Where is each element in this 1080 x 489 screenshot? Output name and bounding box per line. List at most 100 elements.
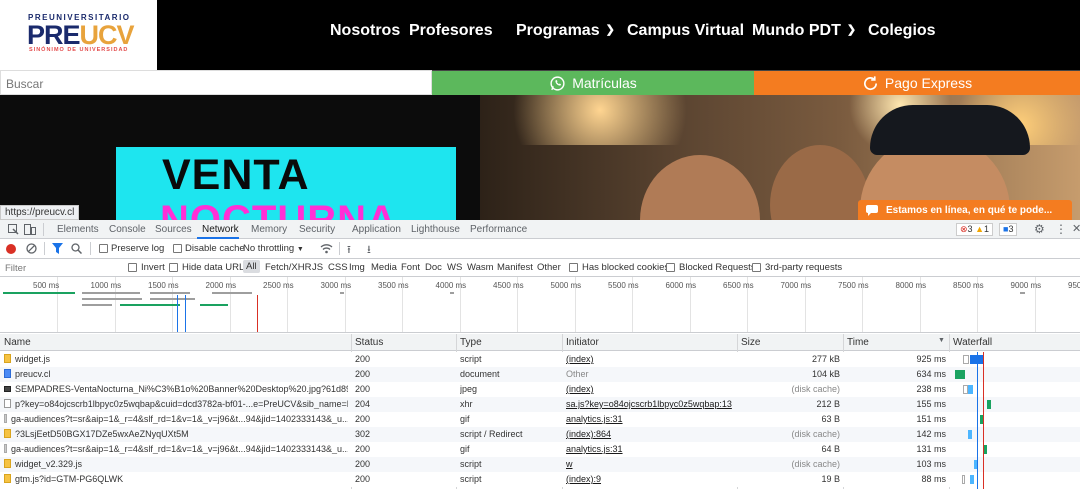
filter-type-wasm[interactable]: Wasm (467, 262, 494, 273)
blocked-requests-checkbox[interactable] (666, 263, 675, 272)
network-conditions-icon[interactable] (320, 243, 333, 254)
request-initiator[interactable]: w (566, 459, 734, 469)
disable-cache-checkbox[interactable] (173, 244, 182, 253)
blocked-cookies-checkbox[interactable] (569, 263, 578, 272)
request-size: 277 kB (811, 354, 840, 364)
nav-campus-virtual[interactable]: Campus Virtual (627, 22, 744, 40)
request-name[interactable]: ga-audiences?t=sr&aip=1&_r=4&slf_rd=1&v=… (4, 444, 348, 454)
filter-type-all[interactable]: All (243, 260, 260, 273)
request-name[interactable]: preucv.cl (4, 369, 348, 379)
column-time[interactable]: Time (847, 337, 869, 348)
more-options-icon[interactable]: ⋮ (1055, 222, 1067, 236)
tab-lighthouse[interactable]: Lighthouse (411, 224, 460, 235)
tab-console[interactable]: Console (109, 224, 146, 235)
column-type[interactable]: Type (460, 337, 482, 348)
request-name[interactable]: ga-audiences?t=sr&aip=1&_r=4&slf_rd=1&v=… (4, 414, 348, 424)
table-row[interactable]: widget.js 200 script (index) 277 kB 925 ms (0, 352, 1080, 367)
chat-widget[interactable]: Estamos en línea, en qué te pode... (858, 200, 1072, 220)
table-row[interactable]: preucv.cl 200 document Other 104 kB 634 ms (0, 367, 1080, 382)
request-name[interactable]: widget_v2.329.js (4, 459, 348, 469)
filter-type-manifest[interactable]: Manifest (497, 262, 533, 273)
filter-type-css[interactable]: CSS (328, 262, 348, 273)
filter-type-doc[interactable]: Doc (425, 262, 442, 273)
request-name[interactable]: SEMPADRES-VentaNocturna_Ni%C3%B1o%20Bann… (4, 384, 348, 394)
filter-type-media[interactable]: Media (371, 262, 397, 273)
throttling-select[interactable]: No throttling ▼ (243, 243, 304, 254)
timeline-tick-label: 6500 ms (723, 281, 754, 290)
request-initiator[interactable]: (index):864 (566, 429, 734, 439)
pago-express-button[interactable]: Pago Express (754, 70, 1080, 95)
request-initiator[interactable]: sa.js?key=o84ojcscrb1lbpyc0z5wqbap:13 (566, 399, 734, 409)
record-icon[interactable] (6, 244, 16, 254)
table-row[interactable]: ga-audiences?t=sr&aip=1&_r=4&slf_rd=1&v=… (0, 442, 1080, 457)
third-party-checkbox[interactable] (752, 263, 761, 272)
tab-elements[interactable]: Elements (57, 224, 99, 235)
filter-type-js[interactable]: JS (312, 262, 323, 273)
request-initiator[interactable]: (index):9 (566, 474, 734, 484)
issues-counter[interactable]: ⊗3 ▲1 (956, 223, 994, 236)
warning-count: 1 (984, 224, 990, 234)
request-name[interactable]: p?key=o84ojcscrb1lbpyc0z5wqbap&cuid=dcd3… (4, 399, 348, 409)
timeline-request-bar (450, 292, 454, 294)
table-row[interactable]: SEMPADRES-VentaNocturna_Ni%C3%B1o%20Bann… (0, 382, 1080, 397)
column-size[interactable]: Size (741, 337, 760, 348)
table-row[interactable]: ?3LsjEetD50BGX17DZe5wxAeZNyqUXt5M 302 scri… (0, 427, 1080, 442)
hide-data-urls-checkbox[interactable] (169, 263, 178, 272)
export-har-icon[interactable]: ⭳ (367, 241, 371, 260)
invert-checkbox[interactable] (128, 263, 137, 272)
timeline-request-bar (150, 292, 190, 294)
table-row[interactable]: p?key=o84ojcscrb1lbpyc0z5wqbap&cuid=dcd3… (0, 397, 1080, 412)
clear-icon[interactable] (26, 243, 37, 254)
matriculas-button[interactable]: Matrículas (432, 70, 754, 95)
filter-type-img[interactable]: Img (349, 262, 365, 273)
divider (44, 242, 45, 255)
nav-colegios[interactable]: Colegios (868, 22, 936, 40)
messages-counter[interactable]: ■3 (999, 223, 1018, 236)
filter-icon[interactable] (52, 243, 63, 254)
filter-type-other[interactable]: Other (537, 262, 561, 273)
tab-network[interactable]: Network (202, 224, 239, 235)
request-name[interactable]: ?3LsjEetD50BGX17DZe5wxAeZNyqUXt5M (4, 429, 348, 439)
request-initiator[interactable]: (index) (566, 384, 734, 394)
gear-icon[interactable]: ⚙ (1034, 222, 1045, 236)
preucv-logo[interactable]: PREUNIVERSITARIO PREUCV SINÓNIMO DE UNIV… (0, 0, 157, 70)
table-row[interactable]: ga-audiences?t=sr&aip=1&_r=4&slf_rd=1&v=… (0, 412, 1080, 427)
tab-application[interactable]: Application (352, 224, 401, 235)
request-initiator[interactable]: (index) (566, 354, 734, 364)
filter-type-fetch-xhr[interactable]: Fetch/XHR (265, 262, 311, 273)
nav-nosotros[interactable]: Nosotros (330, 22, 400, 40)
nav-programas[interactable]: Programas ❯ (516, 22, 615, 40)
search-input[interactable]: Buscar (0, 70, 432, 95)
timeline-event-marker (177, 295, 178, 332)
preserve-log-checkbox[interactable] (99, 244, 108, 253)
tab-security[interactable]: Security (299, 224, 335, 235)
close-icon[interactable]: ✕ (1072, 222, 1080, 235)
search-icon[interactable] (71, 243, 82, 254)
timeline-request-bar (212, 292, 252, 294)
filter-input[interactable]: Filter (5, 263, 26, 274)
request-name[interactable]: gtm.js?id=GTM-PG6QLWK (4, 474, 348, 484)
filter-type-ws[interactable]: WS (447, 262, 462, 273)
column-status[interactable]: Status (355, 337, 383, 348)
tab-memory[interactable]: Memory (251, 224, 287, 235)
table-row[interactable]: gtm.js?id=GTM-PG6QLWK 200 script (index):9 1… (0, 472, 1080, 487)
nav-profesores[interactable]: Profesores (409, 22, 493, 40)
filter-type-font[interactable]: Font (401, 262, 420, 273)
request-name[interactable]: widget.js (4, 354, 348, 364)
import-har-icon[interactable]: ⭱ (347, 241, 351, 260)
table-row[interactable]: widget_v2.329.js 200 script w (disk cache) 10… (0, 457, 1080, 472)
timeline-tick-label: 7000 ms (780, 281, 812, 290)
nav-mundo-pdt[interactable]: Mundo PDT ❯ (752, 22, 856, 40)
inspect-element-icon[interactable] (8, 224, 19, 235)
column-waterfall[interactable]: Waterfall (953, 337, 992, 348)
request-initiator[interactable]: analytics.js:31 (566, 444, 734, 454)
request-initiator[interactable]: analytics.js:31 (566, 414, 734, 424)
network-overview-timeline[interactable]: 500 ms 1000 ms 1500 ms 2000 ms 2500 ms 3000 m… (0, 277, 1080, 333)
tab-performance[interactable]: Performance (470, 224, 527, 235)
waterfall-bar (962, 475, 965, 484)
column-name[interactable]: Name (4, 337, 31, 348)
waterfall-bar (968, 430, 972, 439)
tab-sources[interactable]: Sources (155, 224, 192, 235)
device-toolbar-icon[interactable] (24, 224, 36, 235)
column-initiator[interactable]: Initiator (566, 337, 599, 348)
